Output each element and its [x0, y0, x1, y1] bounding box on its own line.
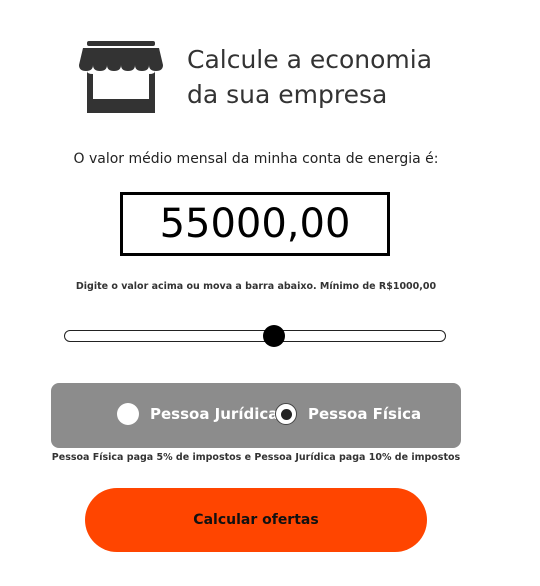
radio-unchecked-icon[interactable]: [117, 403, 139, 425]
calculate-offers-button[interactable]: Calcular ofertas: [85, 488, 427, 552]
page-title: Calcule a economia da sua empresa: [187, 42, 517, 112]
bill-value-box: [120, 192, 390, 256]
title-line-1: Calcule a economia: [187, 45, 433, 74]
radio-pessoa-juridica[interactable]: Pessoa Jurídica: [117, 403, 278, 425]
person-type-panel: Pessoa Jurídica Pessoa Física: [51, 383, 461, 448]
title-line-2: da sua empresa: [187, 80, 388, 109]
radio-pessoa-fisica[interactable]: Pessoa Física: [275, 403, 421, 425]
bill-slider-track[interactable]: [64, 330, 446, 342]
bill-question: O valor médio mensal da minha conta de e…: [73, 151, 439, 167]
radio-dot-icon: [280, 408, 292, 420]
store-icon: [79, 41, 163, 113]
radio-checked-icon[interactable]: [275, 403, 297, 425]
tax-note: Pessoa Física paga 5% de impostos e Pess…: [51, 452, 461, 463]
bill-hint: Digite o valor acima ou mova a barra aba…: [75, 281, 437, 292]
bill-slider-thumb[interactable]: [262, 325, 285, 347]
radio-label-pessoa-juridica: Pessoa Jurídica: [150, 405, 279, 423]
bill-value-input[interactable]: [123, 201, 387, 247]
radio-label-pessoa-fisica: Pessoa Física: [308, 405, 422, 423]
